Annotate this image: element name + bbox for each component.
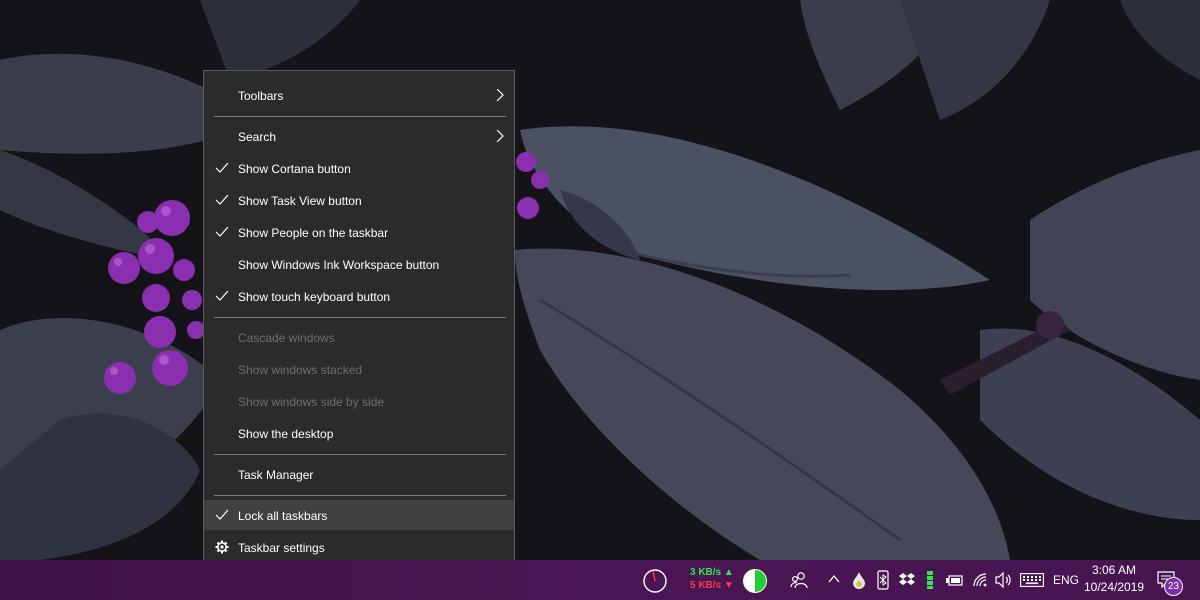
chevron-up-icon[interactable] (828, 574, 840, 584)
menu-separator (214, 454, 506, 455)
menu-item-label: Show Windows Ink Workspace button (238, 258, 440, 272)
bluetooth-icon[interactable] (877, 570, 889, 590)
people-icon[interactable] (790, 571, 808, 589)
network-download-speed: 5 KB/s ▼ (690, 580, 734, 591)
battery-level-icon[interactable] (926, 570, 934, 590)
keyboard-icon[interactable] (1020, 573, 1044, 587)
menu-item-show-windows-side-by-side: Show windows side by side (204, 386, 514, 416)
chevron-right-icon (496, 89, 504, 101)
menu-item-lock-all-taskbars[interactable]: Lock all taskbars (204, 500, 514, 530)
menu-item-taskbar-settings[interactable]: Taskbar settings (204, 532, 514, 562)
checkmark-icon (215, 509, 229, 520)
menu-item-show-cortana-button[interactable]: Show Cortana button (204, 153, 514, 183)
droplet-icon[interactable] (852, 571, 866, 589)
menu-item-label: Search (238, 130, 277, 144)
menu-item-label: Lock all taskbars (238, 509, 328, 523)
menu-item-label: Show windows stacked (238, 363, 363, 377)
menu-item-show-windows-ink-workspace-button[interactable]: Show Windows Ink Workspace button (204, 249, 514, 279)
menu-separator (214, 495, 506, 496)
menu-item-show-task-view-button[interactable]: Show Task View button (204, 185, 514, 215)
clock[interactable]: 3:06 AM 10/24/2019 (1069, 563, 1159, 594)
upload-value: 3 KB/s (690, 567, 722, 578)
checkmark-icon (215, 226, 229, 237)
checkmark-icon (215, 194, 229, 205)
menu-item-label: Show Task View button (238, 194, 362, 208)
desktop-wallpaper (0, 0, 1200, 560)
clock-date: 10/24/2019 (1083, 580, 1145, 594)
menu-item-search[interactable]: Search (204, 121, 514, 151)
menu-item-label: Task Manager (238, 468, 314, 482)
network-upload-speed: 3 KB/s ▲ (690, 567, 734, 578)
battery-pie-icon[interactable] (742, 568, 768, 594)
checkmark-icon (215, 162, 229, 173)
menu-item-label: Show touch keyboard button (238, 290, 391, 304)
menu-item-label: Toolbars (238, 89, 284, 103)
volume-icon[interactable] (995, 572, 1013, 588)
menu-item-label: Show Cortana button (238, 162, 351, 176)
menu-item-label: Show People on the taskbar (238, 226, 389, 240)
menu-separator (214, 317, 506, 318)
wifi-icon[interactable] (972, 572, 988, 588)
menu-item-show-windows-stacked: Show windows stacked (204, 354, 514, 384)
checkmark-icon (215, 290, 229, 301)
menu-item-label: Taskbar settings (238, 541, 325, 555)
menu-item-show-the-desktop[interactable]: Show the desktop (204, 418, 514, 448)
download-value: 5 KB/s (690, 580, 722, 591)
taskbar-context-menu: Toolbars Search Show Cortana button Show… (203, 70, 515, 571)
notification-count-badge: 23 (1164, 577, 1183, 596)
power-icon[interactable] (946, 573, 964, 587)
chevron-right-icon (496, 130, 504, 142)
menu-item-show-touch-keyboard-button[interactable]: Show touch keyboard button (204, 281, 514, 311)
menu-item-label: Cascade windows (238, 331, 335, 345)
dropbox-icon[interactable] (899, 572, 915, 588)
menu-item-show-people-on-taskbar[interactable]: Show People on the taskbar (204, 217, 514, 247)
menu-item-cascade-windows: Cascade windows (204, 322, 514, 352)
cpu-gauge-icon[interactable] (642, 568, 668, 594)
clock-time: 3:06 AM (1091, 563, 1137, 577)
menu-item-task-manager[interactable]: Task Manager (204, 459, 514, 489)
gear-icon (215, 540, 229, 554)
menu-item-toolbars[interactable]: Toolbars (204, 80, 514, 110)
menu-item-label: Show windows side by side (238, 395, 385, 409)
menu-item-label: Show the desktop (238, 427, 334, 441)
menu-separator (214, 116, 506, 117)
